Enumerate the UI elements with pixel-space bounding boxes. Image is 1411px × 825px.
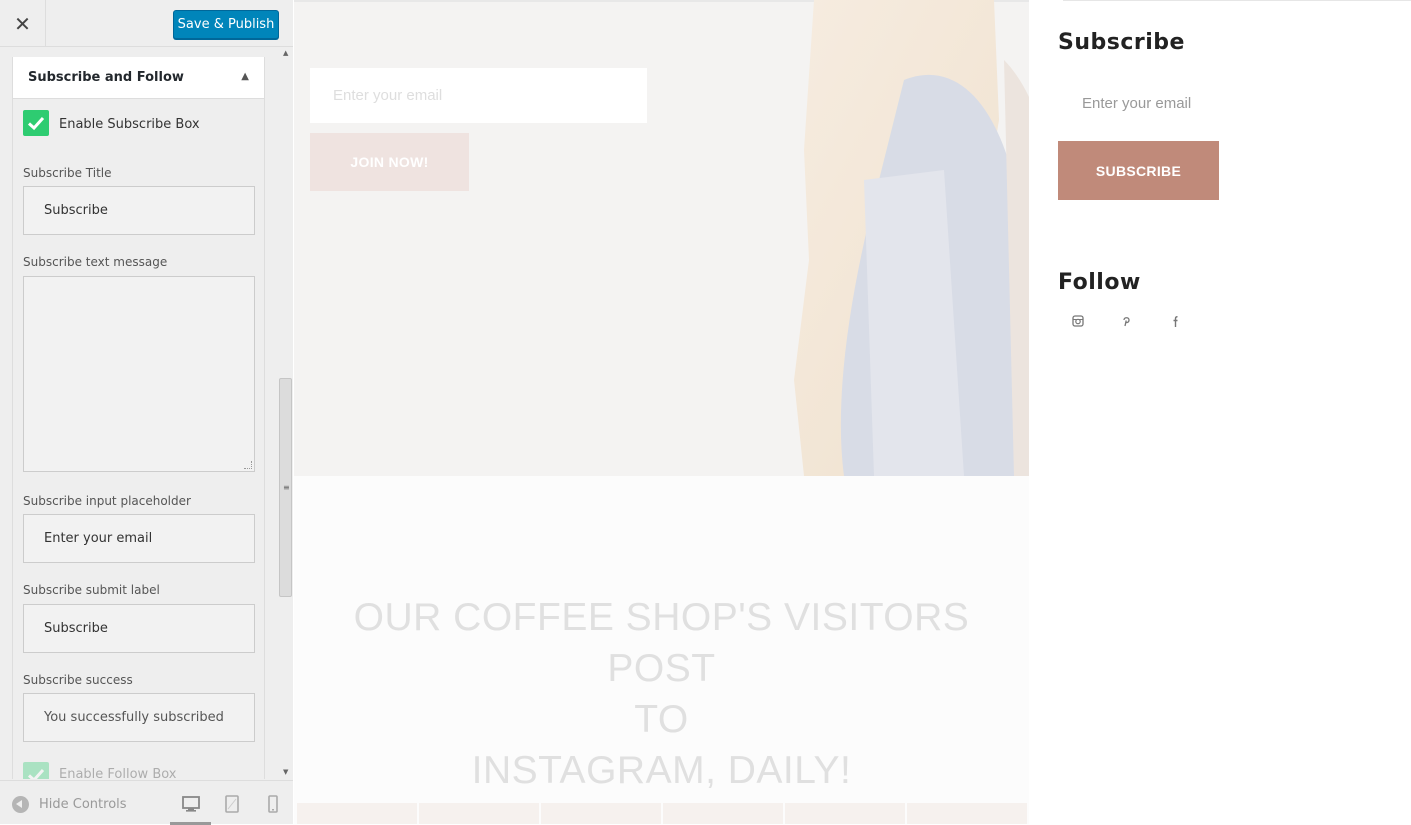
mobile-preview-icon[interactable]	[263, 795, 283, 813]
subscribe-widget-title: Subscribe	[1058, 30, 1185, 55]
enable-subscribe-checkbox[interactable]	[23, 110, 49, 136]
instagram-thumbnail[interactable]	[297, 803, 417, 824]
checkmark-icon	[27, 116, 45, 131]
enable-subscribe-label: Enable Subscribe Box	[59, 117, 200, 132]
hero-photo	[794, 0, 1029, 476]
instagram-heading: OUR COFFEE SHOP'S VISITORS POST TO INSTA…	[294, 592, 1029, 796]
grip-icon: ≡	[283, 483, 290, 492]
customizer-sidebar: ✕ Save & Publish Subscribe and Follow ▲ …	[0, 0, 293, 825]
heading-line: OUR COFFEE SHOP'S VISITORS POST	[353, 596, 970, 690]
subscribe-follow-panel: Subscribe and Follow ▲ Enable Subscribe …	[12, 57, 265, 779]
divider	[1063, 0, 1411, 1]
section-title: Subscribe and Follow	[28, 70, 184, 85]
scroll-down-icon[interactable]: ▼	[283, 768, 288, 776]
hero-email-input[interactable]: Enter your email	[310, 68, 647, 123]
hide-controls-button[interactable]: Hide Controls	[12, 796, 127, 813]
collapse-icon	[12, 796, 29, 813]
subscribe-email-input[interactable]: Enter your email	[1058, 84, 1218, 122]
tablet-preview-icon[interactable]	[222, 795, 242, 813]
desktop-preview-icon[interactable]	[181, 795, 201, 813]
instagram-feed	[297, 803, 1027, 824]
heading-line: TO	[634, 698, 689, 741]
instagram-thumbnail[interactable]	[907, 803, 1027, 824]
hide-controls-label: Hide Controls	[39, 797, 127, 812]
resize-handle[interactable]	[244, 461, 252, 469]
hero-section: Enter your email JOIN NOW!	[294, 0, 1029, 476]
customizer-header: ✕ Save & Publish	[0, 0, 293, 47]
instagram-thumbnail[interactable]	[419, 803, 539, 824]
heading-line: INSTAGRAM, DAILY!	[471, 749, 852, 792]
scrollbar-thumb[interactable]: ≡	[279, 378, 292, 597]
text-message-textarea[interactable]	[23, 276, 255, 472]
submit-label-label: Subscribe submit label	[23, 583, 160, 597]
enable-follow-label: Enable Follow Box	[59, 767, 177, 779]
success-label: Subscribe success	[23, 673, 133, 687]
join-now-button[interactable]: JOIN NOW!	[310, 133, 469, 191]
text-message-label: Subscribe text message	[23, 255, 168, 269]
subscribe-title-input[interactable]: Subscribe	[23, 186, 255, 235]
placeholder-input[interactable]: Enter your email	[23, 514, 255, 563]
subscribe-title-label: Subscribe Title	[23, 166, 112, 180]
facebook-icon[interactable]	[1167, 314, 1181, 328]
success-input[interactable]: You successfully subscribed	[23, 693, 255, 742]
instagram-thumbnail[interactable]	[663, 803, 783, 824]
collapse-arrow-icon[interactable]: ▲	[241, 71, 249, 82]
submit-label-input[interactable]: Subscribe	[23, 604, 255, 653]
follow-widget-title: Follow	[1058, 270, 1141, 295]
instagram-thumbnail[interactable]	[785, 803, 905, 824]
pinterest-icon[interactable]	[1119, 314, 1133, 328]
subscribe-button[interactable]: SUBSCRIBE	[1058, 141, 1219, 200]
customizer-footer: Hide Controls	[0, 780, 293, 825]
close-icon[interactable]: ✕	[0, 0, 46, 47]
save-publish-button[interactable]: Save & Publish	[173, 10, 279, 39]
site-preview: Enter your email JOIN NOW! OUR COFFEE SH…	[294, 0, 1411, 824]
section-header[interactable]: Subscribe and Follow ▲	[13, 57, 264, 99]
instagram-icon[interactable]	[1071, 314, 1085, 328]
enable-follow-checkbox[interactable]	[23, 762, 49, 779]
instagram-thumbnail[interactable]	[541, 803, 661, 824]
placeholder-label: Subscribe input placeholder	[23, 494, 191, 508]
sidebar-widgets: Subscribe Enter your email SUBSCRIBE Fol…	[1029, 0, 1411, 824]
scroll-up-icon[interactable]: ▲	[283, 49, 288, 57]
checkmark-icon	[27, 768, 45, 779]
